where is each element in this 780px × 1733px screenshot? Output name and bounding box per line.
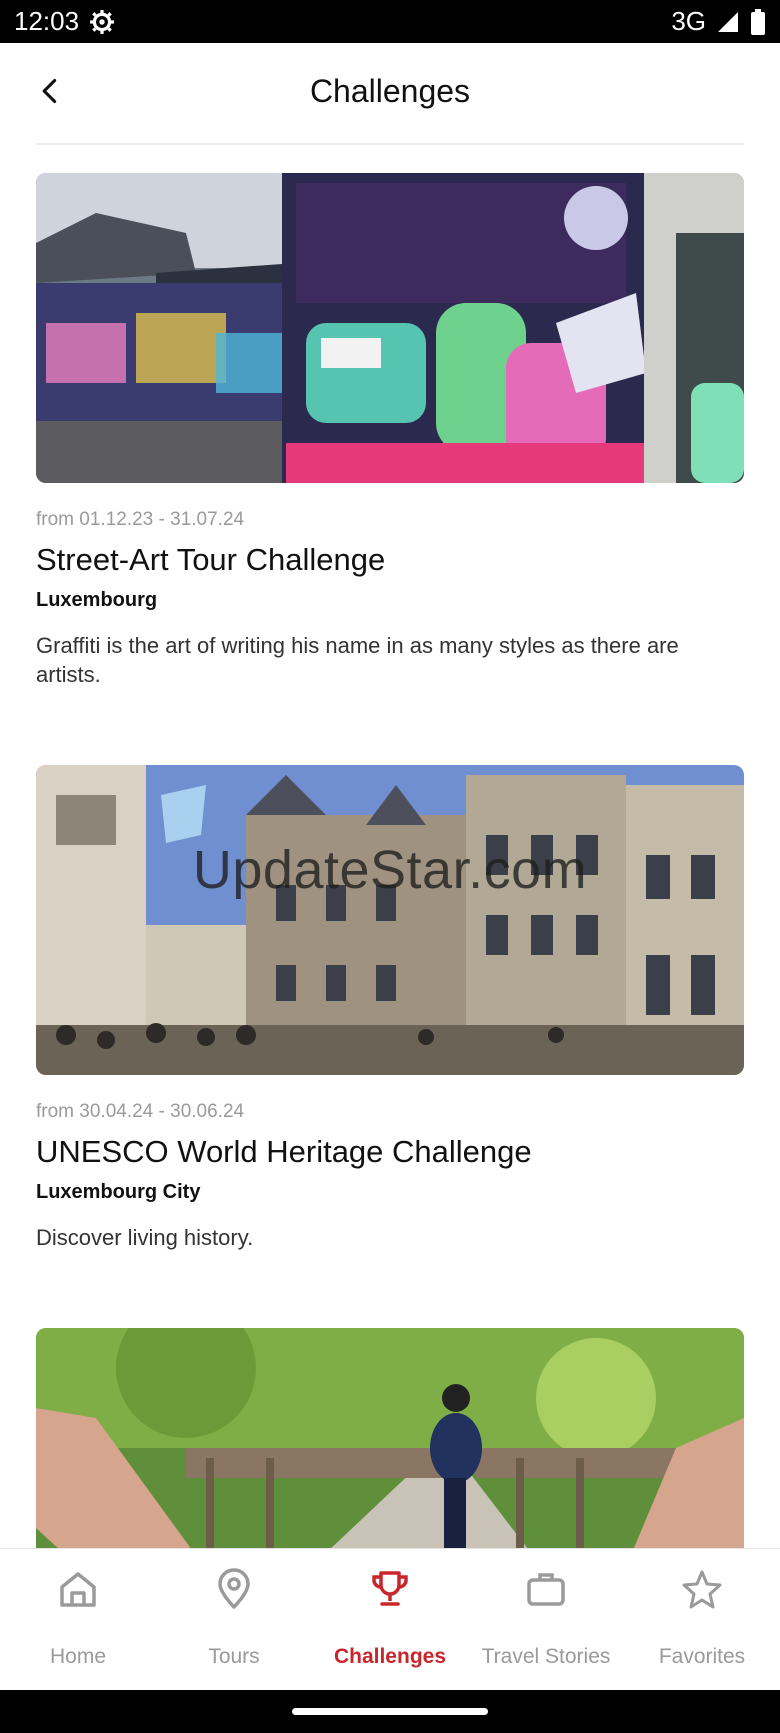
challenge-image-street-art[interactable] [36,173,744,483]
battery-icon [751,8,765,35]
nav-label-challenges: Challenges [333,1645,447,1668]
challenge-date: from 30.04.24 - 30.06.24 [36,1101,245,1122]
trophy-icon [372,1571,408,1606]
challenge-card[interactable] [36,1328,744,1548]
network-type: 3G [671,6,706,36]
challenge-image-cycling[interactable] [36,1328,744,1548]
header-divider [36,143,744,145]
nav-item-tours[interactable]: Tours [156,1549,312,1691]
home-gesture-handle[interactable] [292,1708,488,1715]
challenge-image-unesco[interactable]: UpdateStar.com [36,765,744,1075]
top-app-bar: Challenges [0,43,780,145]
status-bar: 12:03 3G [0,0,780,43]
briefcase-icon [527,1573,565,1606]
map-pin-icon [218,1568,250,1609]
challenge-list[interactable]: from 01.12.23 - 31.07.24 Street-Art Tour… [36,173,744,1548]
bottom-navigation: Home Tours Challenges Travel Stories Fav… [0,1548,780,1691]
nav-item-travel-stories[interactable]: Travel Stories [468,1549,624,1691]
challenge-title[interactable]: UNESCO World Heritage Challenge [36,1133,744,1171]
nav-label-travel-stories: Travel Stories [481,1645,611,1668]
nav-item-favorites[interactable]: Favorites [624,1549,780,1691]
star-icon [682,1570,722,1609]
challenge-card[interactable]: UpdateStar.com from 30.04.24 - 30.06.24 … [36,765,744,1252]
watermark-text: UpdateStar.com [192,840,588,900]
signal-icon [718,11,738,32]
settings-gear-icon [90,9,114,34]
nav-label-home: Home [49,1645,107,1668]
challenge-description: Discover living history. [36,1225,254,1250]
status-time: 12:03 [14,6,80,36]
page-title: Challenges [309,73,471,109]
nav-item-challenges[interactable]: Challenges [312,1549,468,1691]
nav-label-favorites: Favorites [658,1645,746,1668]
home-icon [60,1572,96,1607]
challenge-title[interactable]: Street-Art Tour Challenge [36,541,744,579]
challenge-date: from 01.12.23 - 31.07.24 [36,509,245,530]
nav-item-home[interactable]: Home [0,1549,156,1691]
challenge-location: Luxembourg [36,589,158,611]
challenge-description: Graffiti is the art of writing his name … [36,633,679,687]
nav-label-tours: Tours [208,1645,260,1668]
challenge-location: Luxembourg City [36,1181,201,1203]
system-gesture-bar [0,1690,780,1733]
challenge-card[interactable]: from 01.12.23 - 31.07.24 Street-Art Tour… [36,173,744,689]
